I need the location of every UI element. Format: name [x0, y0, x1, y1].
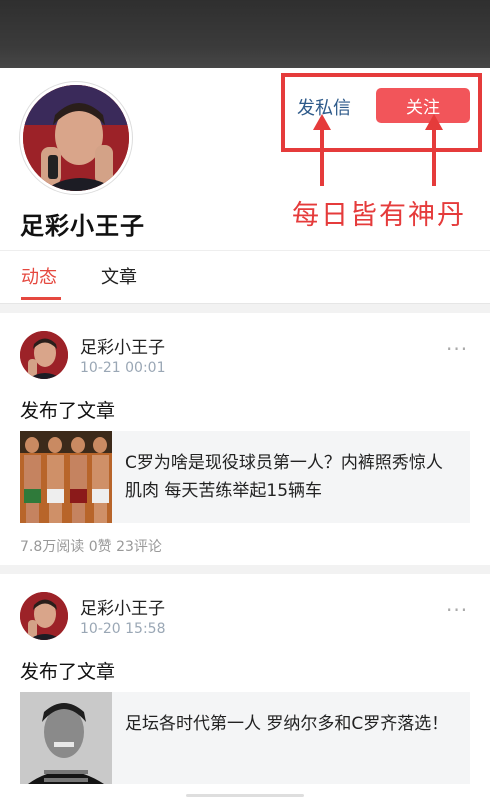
profile-banner: [0, 0, 490, 68]
author-name[interactable]: 足彩小王子: [80, 594, 165, 619]
tab-dynamics[interactable]: 动态: [21, 263, 57, 289]
annotation-arrow-left: [313, 114, 331, 186]
annotation-arrow-right: [425, 114, 443, 186]
author-avatar[interactable]: [20, 592, 68, 640]
author-avatar[interactable]: [20, 331, 68, 379]
post-action: 发布了文章: [20, 661, 116, 683]
more-dots-icon[interactable]: ···: [446, 337, 468, 361]
author-name[interactable]: 足彩小王子: [80, 333, 165, 358]
feed-card: 足彩小王子 10-21 00:01 ··· 发布了文章 C罗为啥是现役球员第一人…: [0, 313, 490, 565]
article-title: 足坛各时代第一人 罗纳尔多和C罗齐落选！: [125, 714, 449, 734]
article-thumbnail: [20, 692, 112, 784]
annotation-text: 每日皆有神丹: [292, 200, 466, 231]
article-link[interactable]: 足坛各时代第一人 罗纳尔多和C罗齐落选！: [20, 692, 470, 784]
article-link[interactable]: C罗为啥是现役球员第一人？内裤照秀惊人肌肉 每天苦练举起15辆车: [20, 431, 470, 523]
profile-tabs: 动态 文章: [0, 250, 490, 304]
tab-articles[interactable]: 文章: [101, 263, 137, 289]
post-stats: 7.8万阅读 0赞 23评论: [20, 539, 162, 555]
post-action: 发布了文章: [20, 400, 116, 422]
post-time: 10-20 15:58: [80, 621, 166, 637]
home-indicator: [186, 794, 304, 797]
follow-button[interactable]: 关注: [376, 88, 470, 123]
active-tab-indicator: [21, 297, 61, 300]
feed-card: 足彩小王子 10-20 15:58 ··· 发布了文章 足坛各时代第一人 罗纳尔…: [0, 574, 490, 800]
post-time: 10-21 00:01: [80, 360, 166, 376]
profile-name: 足彩小王子: [20, 212, 145, 240]
article-thumbnail: [20, 431, 112, 523]
article-title: C罗为啥是现役球员第一人？内裤照秀惊人肌肉 每天苦练举起15辆车: [125, 453, 443, 501]
profile-avatar[interactable]: [20, 82, 132, 194]
more-dots-icon[interactable]: ···: [446, 598, 468, 622]
